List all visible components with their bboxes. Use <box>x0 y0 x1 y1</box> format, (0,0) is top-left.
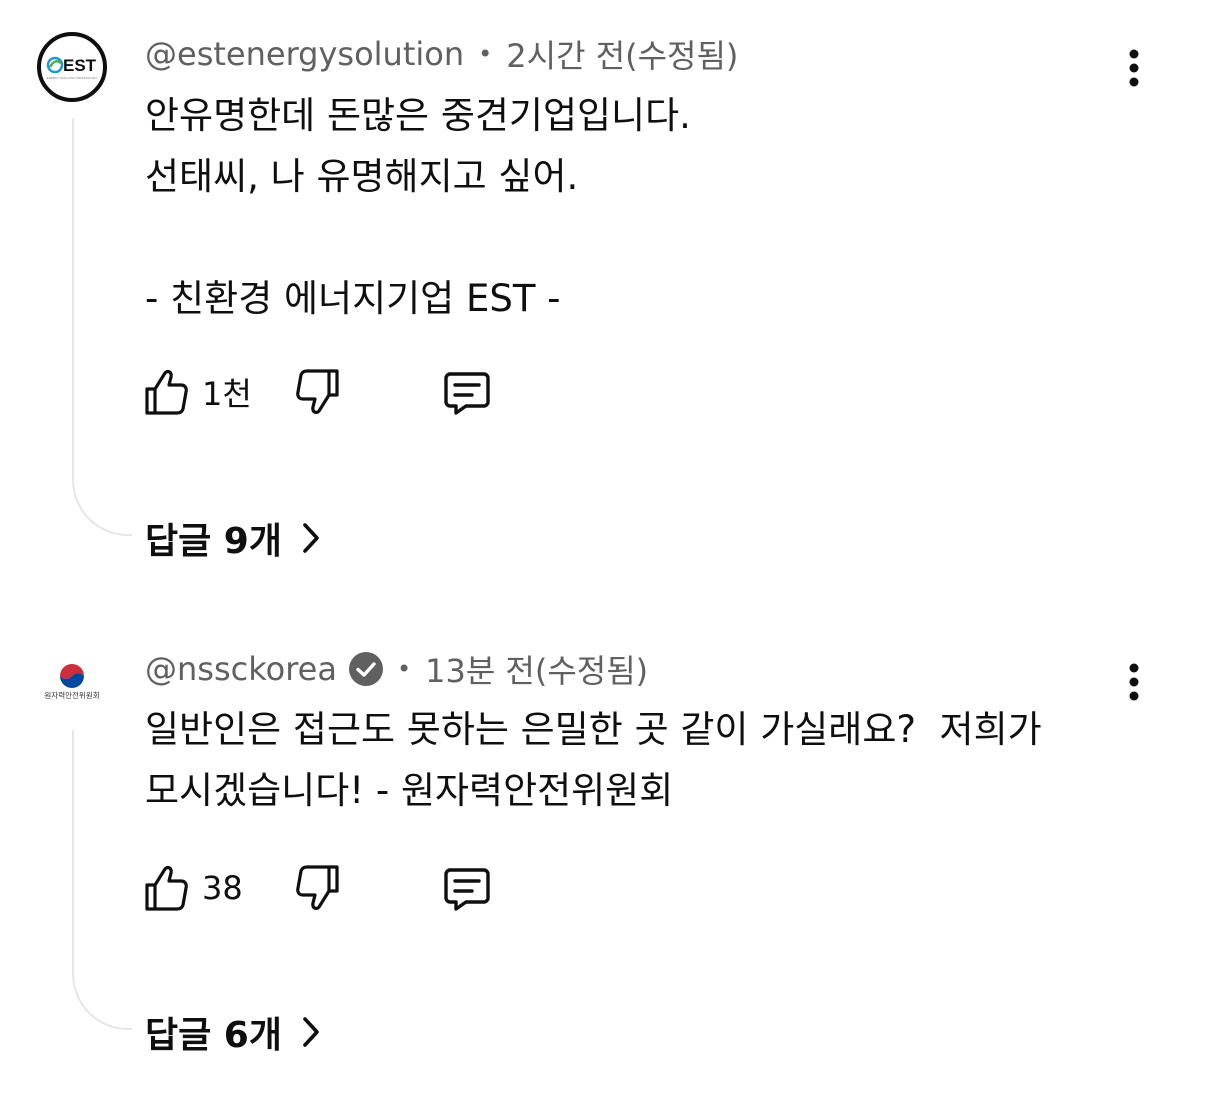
like-count: 1천 <box>202 375 252 413</box>
thumbs-up-icon <box>145 866 188 911</box>
comment-time[interactable]: 13분 전(수정됨) <box>425 646 648 692</box>
comment-icon <box>444 372 490 415</box>
reply-button[interactable] <box>440 364 494 420</box>
thumbs-down-icon <box>296 369 339 414</box>
nssc-logo-icon: 원자력안전위원회 <box>44 664 100 700</box>
author-name[interactable]: @nssckorea <box>145 650 337 688</box>
thumbs-down-icon <box>296 865 339 910</box>
avatar[interactable]: EST ENERGY SOLUTION TECHNOLOGY <box>37 32 107 102</box>
comment-header: @nssckorea • 13분 전(수정됨) <box>145 646 648 692</box>
avatar-logo-text: 원자력안전위원회 <box>44 690 99 700</box>
avatar[interactable]: 원자력안전위원회 <box>37 646 107 716</box>
dislike-button[interactable] <box>294 860 344 916</box>
view-replies-button[interactable]: 답글 6개 <box>145 1010 320 1056</box>
thread-line <box>72 730 132 1030</box>
more-options-button[interactable] <box>1114 44 1154 92</box>
comment-time[interactable]: 2시간 전(수정됨) <box>506 31 738 77</box>
comment-actions: 38 <box>140 860 494 916</box>
dislike-button[interactable] <box>294 364 344 420</box>
replies-label: 답글 6개 <box>145 1015 282 1056</box>
separator-dot: • <box>396 655 412 683</box>
comment-actions: 1천 <box>140 364 494 420</box>
more-vert-icon <box>1129 663 1139 701</box>
like-button[interactable]: 1천 <box>140 364 294 420</box>
author-name[interactable]: @estenergysolution <box>145 35 464 73</box>
thumbs-up-icon <box>145 370 188 415</box>
avatar-logo-text: EST <box>63 56 97 75</box>
est-logo-icon: EST ENERGY SOLUTION TECHNOLOGY <box>47 56 98 80</box>
like-button[interactable]: 38 <box>140 860 294 916</box>
thread-line <box>72 118 132 536</box>
verified-badge-icon <box>348 652 383 686</box>
view-replies-button[interactable]: 답글 9개 <box>145 516 320 562</box>
more-options-button[interactable] <box>1114 658 1154 706</box>
comment-header: @estenergysolution • 2시간 전(수정됨) <box>145 31 738 77</box>
chevron-right-icon <box>303 523 319 553</box>
chevron-right-icon <box>303 1017 319 1047</box>
reply-button[interactable] <box>440 860 494 916</box>
separator-dot: • <box>478 40 493 68</box>
comment-body: 안유명한데 돈많은 중견기업입니다. 선태씨, 나 유명해지고 싶어. - 친환… <box>145 94 691 320</box>
avatar-logo-subtext: ENERGY SOLUTION TECHNOLOGY <box>47 76 98 80</box>
replies-label: 답글 9개 <box>145 521 282 562</box>
like-count: 38 <box>202 869 243 907</box>
comment-body: 일반인은 접근도 못하는 은밀한 곳 같이 가실래요? 저희가 모시겠습니다! … <box>145 708 1042 812</box>
more-vert-icon <box>1129 49 1139 87</box>
comment-icon <box>444 868 490 911</box>
